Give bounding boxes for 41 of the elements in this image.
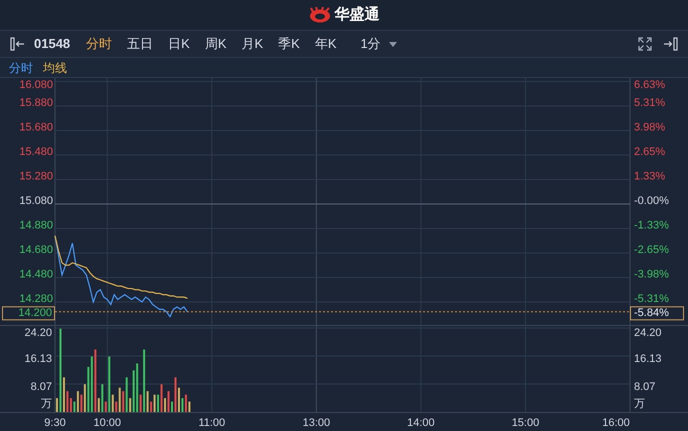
volume-axis-label: 24.20 bbox=[24, 326, 52, 339]
price-axis-label: 14.680 bbox=[19, 244, 53, 256]
current-change-tag: -5.84% bbox=[630, 306, 684, 320]
time-axis-label: 9:30 bbox=[44, 416, 66, 429]
percent-axis-label: 2.65% bbox=[634, 146, 666, 158]
volume-axis-label: 万 bbox=[634, 398, 645, 410]
volume-axis-label: 24.20 bbox=[634, 326, 662, 339]
time-axis-label: 11:00 bbox=[198, 416, 226, 429]
volume-unit-label: 万 bbox=[41, 398, 52, 410]
percent-axis-label: 5.31% bbox=[634, 96, 666, 109]
volume-axis-label: 8.07 bbox=[634, 380, 656, 393]
app-title: 华盛通 bbox=[334, 4, 380, 25]
legend-label: 均线 bbox=[43, 60, 67, 76]
price-axis-label: 15.080 bbox=[19, 194, 53, 207]
price-axis-label: 14.480 bbox=[19, 268, 53, 280]
price-axis-label: 14.880 bbox=[19, 219, 53, 232]
percent-axis-label: -2.65% bbox=[634, 244, 669, 256]
price-axis-label: 14.280 bbox=[19, 292, 53, 305]
percent-axis-label: -5.31% bbox=[634, 292, 669, 305]
percent-axis-label: 6.63% bbox=[634, 78, 666, 91]
volume-axis-label: 8.07 bbox=[30, 380, 52, 393]
percent-axis-label: -3.98% bbox=[634, 268, 669, 280]
price-axis-label: 15.880 bbox=[19, 96, 53, 109]
volume-axis-label: 16.13 bbox=[24, 352, 52, 365]
time-axis-label: 14:00 bbox=[407, 416, 435, 429]
percent-axis-label: -0.00% bbox=[634, 194, 669, 207]
percent-axis-label: 1.33% bbox=[634, 170, 666, 182]
current-price-tag: 14.200 bbox=[2, 306, 55, 320]
legend-label: 分时 bbox=[9, 60, 33, 76]
price-axis-label: 15.480 bbox=[19, 146, 53, 158]
stock-code: 01548 bbox=[34, 35, 70, 54]
time-axis-label: 10:00 bbox=[94, 416, 122, 429]
percent-axis-label: -1.33% bbox=[634, 219, 669, 232]
percent-axis-label: 3.98% bbox=[634, 121, 666, 134]
price-axis-label: 15.280 bbox=[19, 170, 53, 182]
time-axis-label: 16:00 bbox=[602, 416, 630, 429]
price-axis-label: 16.080 bbox=[19, 78, 53, 91]
price-axis-label: 15.680 bbox=[19, 121, 53, 134]
time-axis-label: 15:00 bbox=[512, 416, 540, 429]
volume-axis-label: 16.13 bbox=[634, 352, 662, 365]
time-axis-label: 13:00 bbox=[302, 416, 330, 429]
